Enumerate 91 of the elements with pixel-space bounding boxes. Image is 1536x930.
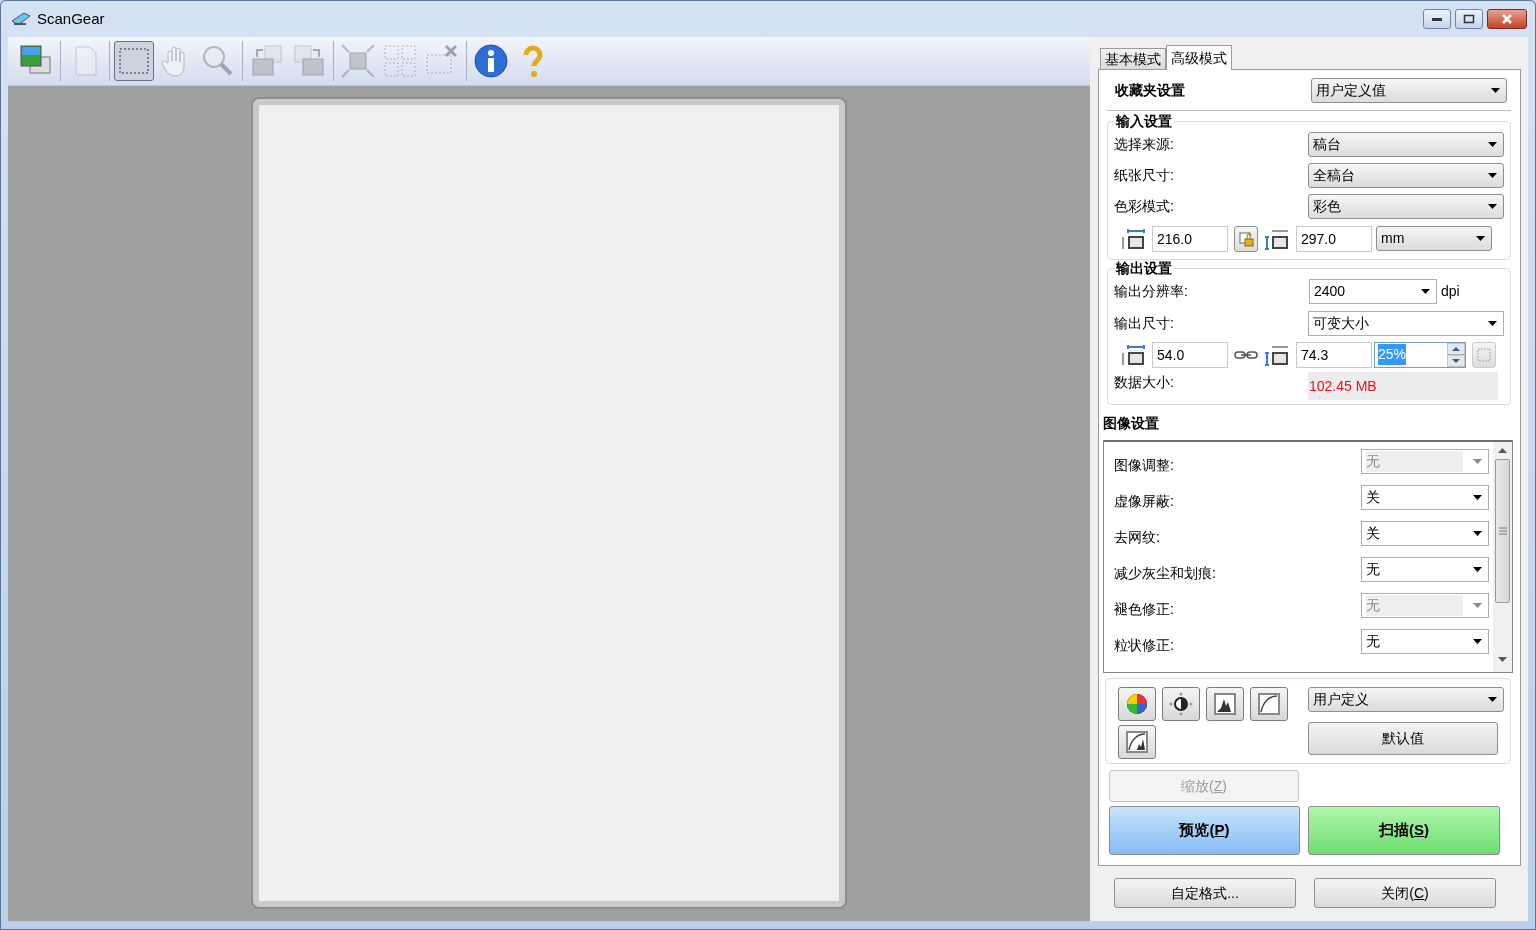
caret-icon (1491, 88, 1500, 93)
curve-icon (1257, 692, 1281, 716)
dropdown[interactable]: 全稿台 (1308, 163, 1504, 188)
histogram-icon (1213, 692, 1237, 716)
dropdown[interactable]: 彩色 (1308, 194, 1504, 219)
window-title: ScanGear (37, 8, 105, 29)
custom-format-button[interactable]: 自定格式... (1114, 878, 1296, 908)
caret-icon (1473, 602, 1482, 608)
close-icon (1501, 14, 1513, 24)
dropdown[interactable]: 无 (1361, 628, 1489, 654)
field-label: 虚像屏蔽: (1114, 491, 1174, 511)
tool-button[interactable] (1162, 687, 1200, 721)
field-label: 选择来源: (1114, 135, 1174, 154)
caret-icon (1488, 320, 1497, 326)
unit-label: dpi (1441, 282, 1461, 301)
dropdown[interactable]: 2400 (1309, 279, 1437, 304)
height-icon (1264, 227, 1290, 250)
section-title: 图像设置 (1103, 414, 1160, 433)
lock-button[interactable] (1234, 225, 1258, 252)
dropdown[interactable]: 关 (1361, 484, 1489, 510)
caret-icon (1473, 494, 1482, 500)
field-label: 粒状修正: (1114, 635, 1174, 655)
close-dialog-button[interactable]: 关闭(C) (1314, 878, 1496, 908)
field-label: 色彩模式: (1114, 197, 1174, 216)
input-field[interactable]: 216.0 (1152, 225, 1228, 252)
scanner-icon (11, 11, 31, 27)
color-wheel-icon (1125, 692, 1149, 716)
tool-button[interactable] (1206, 687, 1244, 721)
input-field[interactable]: 74.3 (1296, 341, 1372, 368)
link-icon (1234, 349, 1258, 360)
caret-icon (1473, 530, 1482, 536)
rotate-right-icon (291, 43, 327, 79)
dashed-rectangle-icon (1476, 346, 1492, 363)
caret-icon (1473, 458, 1482, 464)
auto-crop-icon (340, 43, 376, 79)
input-field[interactable]: 297.0 (1296, 225, 1372, 252)
caret-icon (1473, 566, 1482, 572)
field-label: 数据大小: (1114, 373, 1174, 392)
field-label: 褪色修正: (1114, 599, 1174, 619)
caret-icon (1488, 173, 1497, 178)
input-field[interactable]: 54.0 (1152, 341, 1228, 368)
defaults-button[interactable]: 默认值 (1308, 722, 1498, 755)
field-label: 图像调整: (1114, 455, 1174, 475)
multi-crop-icon (382, 43, 418, 79)
tab[interactable]: 基本模式 (1100, 48, 1166, 69)
caret-icon (1421, 289, 1430, 294)
close-button[interactable] (1487, 9, 1527, 29)
copy-size-button[interactable] (1472, 341, 1496, 368)
spin-arrows-icon (1447, 342, 1465, 367)
dropdown[interactable]: 可变大小 (1308, 310, 1504, 336)
caret-icon (1488, 697, 1497, 702)
dropdown[interactable]: 无 (1361, 556, 1489, 582)
rotate-left-icon (249, 43, 285, 79)
dropdown[interactable]: 用户定义值 (1311, 78, 1507, 103)
field-label: 输出分辨率: (1114, 282, 1189, 301)
scroll-up-icon (1498, 448, 1507, 453)
maximize-icon (1463, 14, 1475, 24)
section-label: 收藏夹设置 (1115, 81, 1185, 100)
field-label: 减少灰尘和划痕: (1114, 563, 1216, 583)
curve-histogram-icon (1125, 730, 1149, 754)
width-icon (1120, 227, 1146, 250)
width-icon (1120, 343, 1146, 366)
grip-icon (1498, 527, 1507, 535)
section-title: 输出设置 (1114, 260, 1174, 276)
section-title: 输入设置 (1114, 113, 1174, 129)
maximize-button[interactable] (1455, 9, 1483, 29)
tool-button[interactable] (1118, 725, 1156, 759)
caret-icon (1488, 142, 1497, 147)
caret-icon (1488, 204, 1497, 209)
dropdown[interactable]: 关 (1361, 520, 1489, 546)
field-label: 纸张尺寸: (1114, 166, 1174, 185)
tool-button[interactable] (471, 41, 511, 81)
preview-button[interactable]: 预览(P) (1109, 806, 1300, 855)
field-label: 输出尺寸: (1114, 313, 1174, 333)
tab[interactable]: 高级模式 (1166, 45, 1232, 70)
minimize-button[interactable] (1423, 9, 1451, 29)
lock-icon (1238, 230, 1254, 247)
caret-icon (1473, 638, 1482, 644)
scrollbar-thumb[interactable] (1495, 459, 1510, 603)
info-icon (473, 43, 509, 79)
scroll-down-icon (1498, 657, 1507, 662)
dropdown[interactable]: 用户定义 (1308, 687, 1504, 712)
data-size-value: 102.45 MB (1308, 372, 1498, 400)
height-icon (1264, 343, 1290, 366)
minimize-icon (1432, 17, 1442, 21)
caret-icon (1476, 236, 1485, 241)
dropdown[interactable]: mm (1376, 226, 1492, 251)
field-label: 去网纹: (1114, 527, 1160, 547)
dropdown[interactable]: 稿台 (1308, 132, 1504, 157)
brightness-icon (1169, 692, 1193, 716)
scan-button[interactable]: 扫描(S) (1308, 806, 1500, 855)
